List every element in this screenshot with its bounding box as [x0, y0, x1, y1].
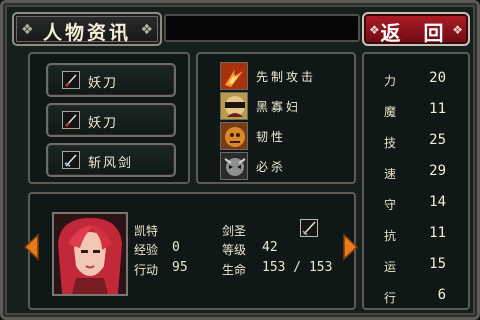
stat-row-strength: 力 20	[374, 70, 460, 90]
sword-icon	[62, 71, 80, 89]
ornament-icon: ❖	[140, 22, 153, 38]
sword-icon	[300, 219, 318, 237]
stat-value: 11	[429, 225, 446, 241]
character-name: 凯特	[134, 224, 159, 238]
stat-label: 行	[384, 291, 397, 305]
stat-label: 魔	[384, 105, 397, 119]
critical-strike-icon	[220, 152, 248, 180]
hp-label: 生命	[222, 263, 247, 277]
stats-panel: 力 20 魔 11 技 25 速 29 守 14 抗 11 运 15 行 6	[362, 52, 470, 310]
title-plate: ❖ 人物资讯 ❖	[12, 12, 162, 46]
level-label: 等级	[222, 243, 247, 257]
sword-icon	[62, 111, 80, 129]
stat-row-move: 行 6	[374, 287, 460, 307]
back-button[interactable]: ❖ 返 回 ❖	[362, 12, 470, 46]
weapons-panel: 妖刀 妖刀 斩风剑	[28, 52, 190, 184]
weapon-name: 妖刀	[88, 76, 119, 91]
character-portrait	[52, 212, 128, 296]
header-strip	[164, 14, 360, 42]
black-widow-icon	[220, 92, 248, 120]
stat-row-speed: 速 29	[374, 163, 460, 183]
stat-label: 守	[384, 198, 397, 212]
move-value: 95	[172, 260, 188, 275]
prev-character-arrow-icon[interactable]	[22, 233, 42, 261]
stat-value: 14	[429, 194, 446, 210]
stat-row-skill: 技 25	[374, 132, 460, 152]
page-title: 人物资讯	[42, 22, 131, 44]
skills-panel: 先制攻击 黑寡妇 韧性 必杀	[196, 52, 356, 184]
ornament-icon: ❖	[452, 23, 463, 37]
skill-name: 必杀	[256, 160, 287, 174]
stat-value: 29	[429, 163, 446, 179]
weapon-slot-2[interactable]: 妖刀	[46, 103, 176, 137]
stat-label: 速	[384, 167, 397, 181]
stat-label: 技	[384, 136, 397, 150]
next-character-arrow-icon[interactable]	[340, 233, 360, 261]
character-class: 剑圣	[222, 224, 247, 238]
stat-value: 25	[429, 132, 446, 148]
stat-value: 11	[429, 101, 446, 117]
hp-value: 153 / 153	[262, 260, 333, 275]
weapon-name: 妖刀	[88, 116, 119, 131]
skill-name: 韧性	[256, 130, 287, 144]
exp-value: 0	[172, 240, 180, 255]
skill-name: 先制攻击	[256, 70, 317, 84]
stat-row-resistance: 抗 11	[374, 225, 460, 245]
weapon-name: 斩风剑	[88, 156, 134, 171]
character-panel	[28, 192, 356, 310]
stat-value: 15	[429, 256, 446, 272]
stat-label: 抗	[384, 229, 397, 243]
stat-row-luck: 运 15	[374, 256, 460, 276]
toughness-icon	[220, 122, 248, 150]
skill-name: 黑寡妇	[256, 100, 302, 114]
stat-value: 6	[437, 287, 446, 303]
stat-label: 运	[384, 260, 397, 274]
preemptive-strike-icon	[220, 62, 248, 90]
level-value: 42	[262, 240, 278, 255]
weapon-slot-1[interactable]: 妖刀	[46, 63, 176, 97]
wind-sword-icon	[62, 151, 80, 169]
stat-row-defense: 守 14	[374, 194, 460, 214]
stat-label: 力	[384, 74, 397, 88]
stat-value: 20	[429, 70, 446, 86]
weapon-slot-3[interactable]: 斩风剑	[46, 143, 176, 177]
move-label: 行动	[134, 263, 159, 277]
exp-label: 经验	[134, 243, 159, 257]
stat-row-magic: 魔 11	[374, 101, 460, 121]
